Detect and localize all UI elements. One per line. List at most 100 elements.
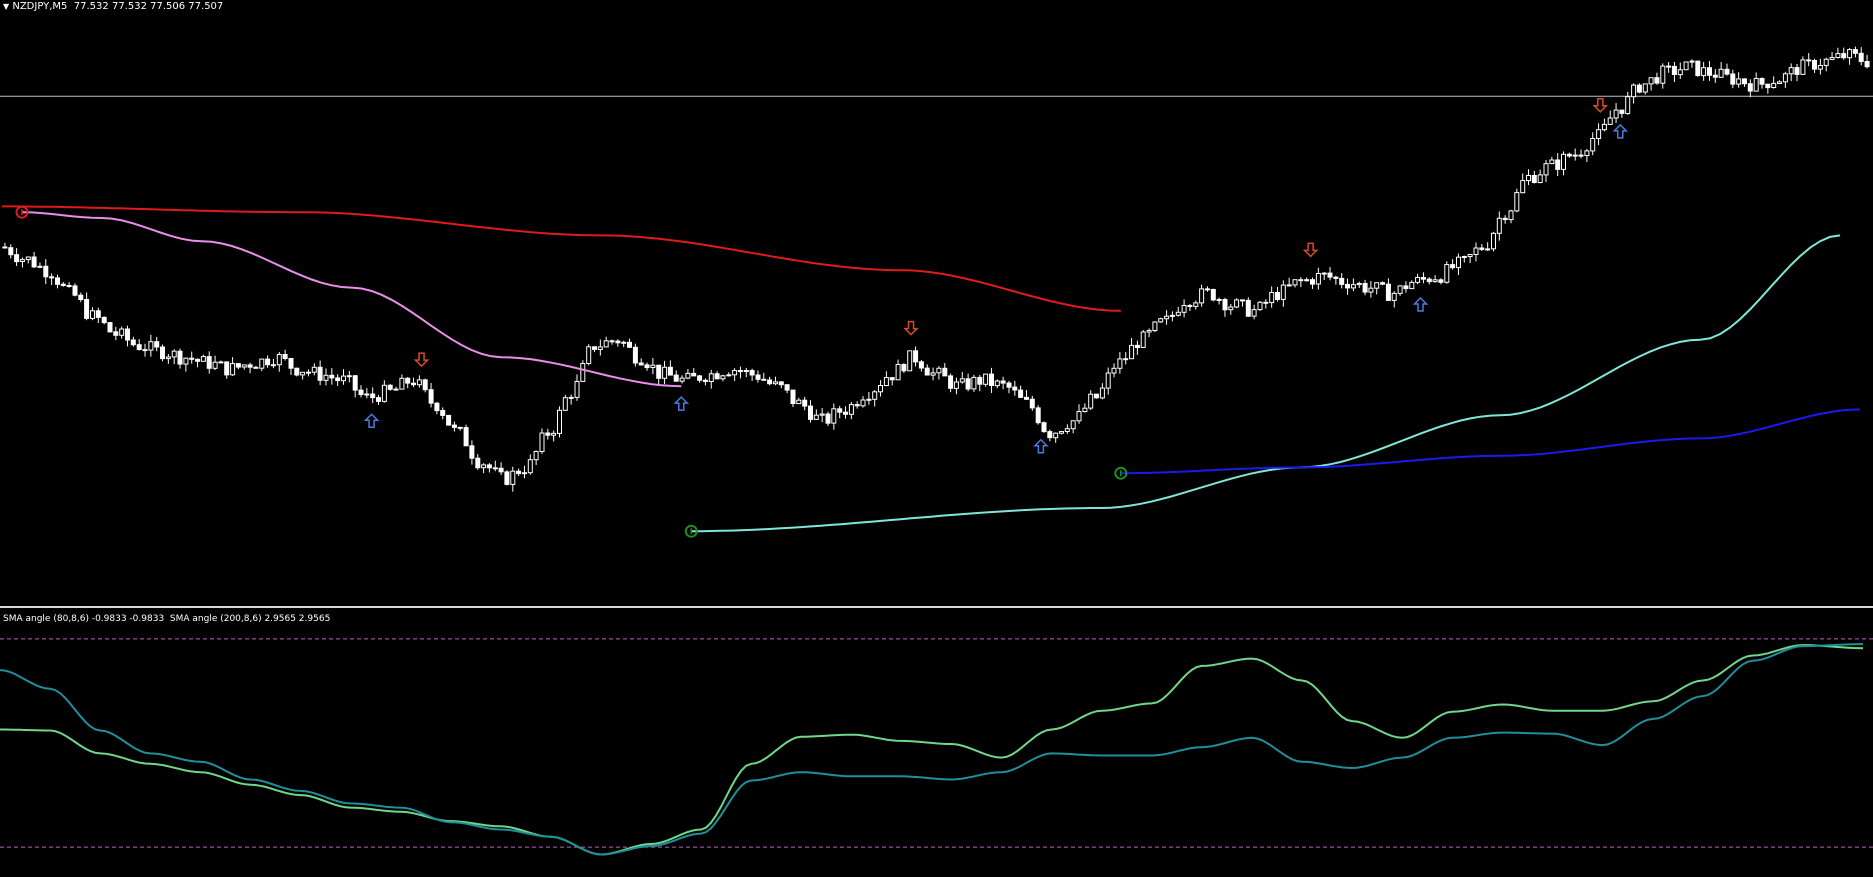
candle[interactable] (1257, 301, 1263, 311)
candle-body (1864, 61, 1870, 68)
candle-body (1683, 61, 1689, 71)
candle-body (481, 464, 487, 469)
candle-body (259, 358, 265, 369)
candle[interactable] (1041, 421, 1047, 433)
candle-body (1263, 301, 1269, 304)
candle-body (1053, 432, 1059, 439)
candle-body (1514, 192, 1520, 212)
candle-body (644, 364, 650, 369)
candle[interactable] (446, 414, 452, 426)
candle-body (913, 350, 919, 363)
candle-body (311, 366, 317, 373)
candle-body (119, 328, 125, 336)
candle-body (1403, 285, 1409, 290)
candle[interactable] (983, 373, 989, 387)
candle[interactable] (1234, 298, 1240, 309)
candle-body (195, 358, 201, 362)
candle-body (1596, 129, 1602, 139)
candle[interactable] (1695, 60, 1701, 77)
candle-body (1689, 60, 1695, 63)
candle-body (1566, 153, 1572, 157)
candle-body (685, 372, 691, 379)
candle-body (55, 277, 60, 285)
candle-body (1321, 272, 1327, 275)
candle-body (860, 399, 866, 407)
candle-body (1771, 82, 1777, 89)
candle[interactable] (101, 316, 107, 325)
chart-canvas[interactable] (0, 0, 1873, 873)
candle[interactable] (586, 344, 592, 366)
candle-body (1240, 299, 1245, 302)
candle-body (276, 354, 282, 366)
candle[interactable] (1491, 231, 1496, 252)
candle-body (1502, 217, 1508, 221)
candle-body (1747, 83, 1753, 92)
candle[interactable] (387, 384, 393, 391)
candle[interactable] (1140, 330, 1146, 348)
candle-body (247, 364, 253, 368)
candle[interactable] (1094, 393, 1099, 399)
candle-body (545, 432, 551, 436)
candle-body (656, 364, 662, 379)
candle-body (288, 358, 294, 369)
candle-body (813, 414, 819, 420)
candle-body (1070, 420, 1076, 430)
candle-body (743, 370, 749, 372)
candle[interactable] (1444, 261, 1450, 284)
candle[interactable] (1035, 405, 1041, 425)
candle-body (1677, 69, 1683, 76)
candle[interactable] (294, 367, 300, 377)
candle[interactable] (160, 344, 165, 362)
candle-body (1216, 299, 1222, 301)
candle-body (1829, 57, 1835, 60)
candle-body (294, 367, 300, 376)
candle-body (1286, 284, 1292, 287)
candle-body (1642, 83, 1648, 93)
candle-body (1339, 277, 1345, 285)
candle-body (1368, 287, 1374, 293)
candle-body (533, 451, 539, 461)
candle-body (323, 374, 329, 381)
candle[interactable] (1683, 61, 1689, 71)
candle[interactable] (907, 350, 913, 372)
candle-body (148, 341, 154, 351)
candle[interactable] (463, 424, 469, 447)
candle-body (977, 376, 983, 385)
candle[interactable] (504, 470, 510, 486)
candle-body (498, 467, 504, 473)
candle-body (889, 377, 895, 381)
candle-body (784, 384, 790, 391)
candle[interactable] (1245, 297, 1251, 317)
candle-body (1420, 277, 1426, 280)
candle[interactable] (580, 360, 586, 383)
candle[interactable] (107, 321, 113, 333)
candle-body (883, 377, 889, 387)
candle[interactable] (1514, 188, 1520, 213)
candle[interactable] (632, 343, 638, 367)
dropdown-triangle-icon[interactable]: ▼ (3, 2, 9, 11)
candle-body (1310, 279, 1315, 285)
candle[interactable] (971, 374, 977, 392)
trading-chart[interactable]: ▼ NZDJPY,M5 77.532 77.532 77.506 77.507 … (0, 0, 1873, 873)
candle-body (831, 408, 837, 424)
candle-body (329, 374, 335, 379)
candle-body (615, 340, 621, 344)
candle-body (1438, 279, 1444, 283)
candle-body (1765, 83, 1771, 89)
candle[interactable] (1210, 288, 1216, 302)
candle-body (1742, 78, 1747, 85)
candle-body (918, 361, 924, 369)
candle-body (1193, 302, 1199, 307)
candle-body (778, 381, 784, 386)
candle[interactable] (1152, 321, 1158, 333)
candle-body (1450, 264, 1456, 269)
candle-body (387, 384, 393, 390)
candle-body (1000, 380, 1006, 384)
candle[interactable] (562, 394, 568, 412)
candle[interactable] (1158, 317, 1164, 323)
candle[interactable] (1636, 83, 1642, 94)
candle[interactable] (557, 406, 562, 438)
candle-body (376, 397, 381, 402)
candle-body (1660, 65, 1666, 84)
candle-body (1537, 174, 1543, 183)
